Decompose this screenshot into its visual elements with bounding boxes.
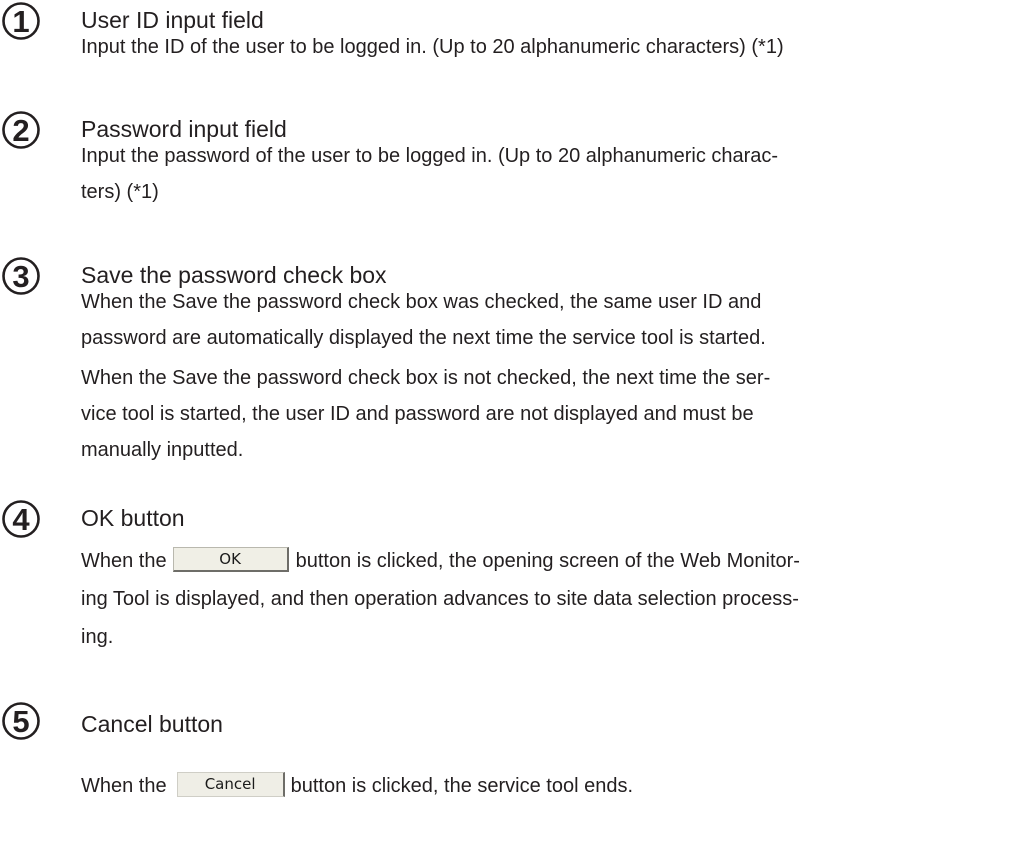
description-line: Input the password of the user to be log… xyxy=(81,145,779,167)
description-line: manually inputted. xyxy=(81,439,244,461)
description-line: vice tool is started, the user ID and pa… xyxy=(81,403,754,425)
description-line: password are automatically displayed the… xyxy=(81,327,766,349)
number-4-circle-icon: 4 xyxy=(1,499,41,539)
item-title: Cancel button xyxy=(81,711,223,737)
description-line: ing Tool is displayed, and then operatio… xyxy=(81,588,799,610)
number-5-circle-icon: 5 xyxy=(1,701,41,741)
item-description: Input the ID of the user to be logged in… xyxy=(81,29,1021,65)
number-2-circle-icon: 2 xyxy=(1,110,41,150)
number-3-circle-icon: 3 xyxy=(1,256,41,296)
number-3-text: 3 xyxy=(12,259,29,294)
description-text: button is clicked, the opening screen of… xyxy=(295,550,800,572)
description-text: When the xyxy=(81,550,167,572)
number-5-text: 5 xyxy=(12,704,29,739)
description-text: When the xyxy=(81,775,167,797)
description-line: Input the ID of the user to be logged in… xyxy=(81,36,784,58)
item-description: When the Save the password check box was… xyxy=(81,284,1021,468)
item-title: OK button xyxy=(81,505,185,531)
description-line: ters) (*1) xyxy=(81,181,159,203)
description-line: When the Save the password check box is … xyxy=(81,367,771,389)
description-line: When the Cancel button is clicked, the ser… xyxy=(81,767,1021,805)
number-2-text: 2 xyxy=(12,113,29,148)
description-line: When the Save the password check box was… xyxy=(81,291,762,313)
number-1-circle-icon: 1 xyxy=(1,1,41,41)
cancel-button-image: Cancel xyxy=(176,772,285,798)
item-description: Input the password of the user to be log… xyxy=(81,138,1021,210)
number-4-text: 4 xyxy=(12,502,30,537)
description-text: button is clicked, the service tool ends… xyxy=(290,775,634,797)
description-line: ing. xyxy=(81,626,114,648)
ok-button-image: OK xyxy=(172,547,289,573)
description-line: When the OK button is clicked, the opening… xyxy=(81,542,1021,580)
item-description: When the Cancel button is clicked, the ser… xyxy=(81,767,1021,805)
number-1-text: 1 xyxy=(12,4,29,39)
item-description: When the OK button is clicked, the opening… xyxy=(81,542,1021,656)
